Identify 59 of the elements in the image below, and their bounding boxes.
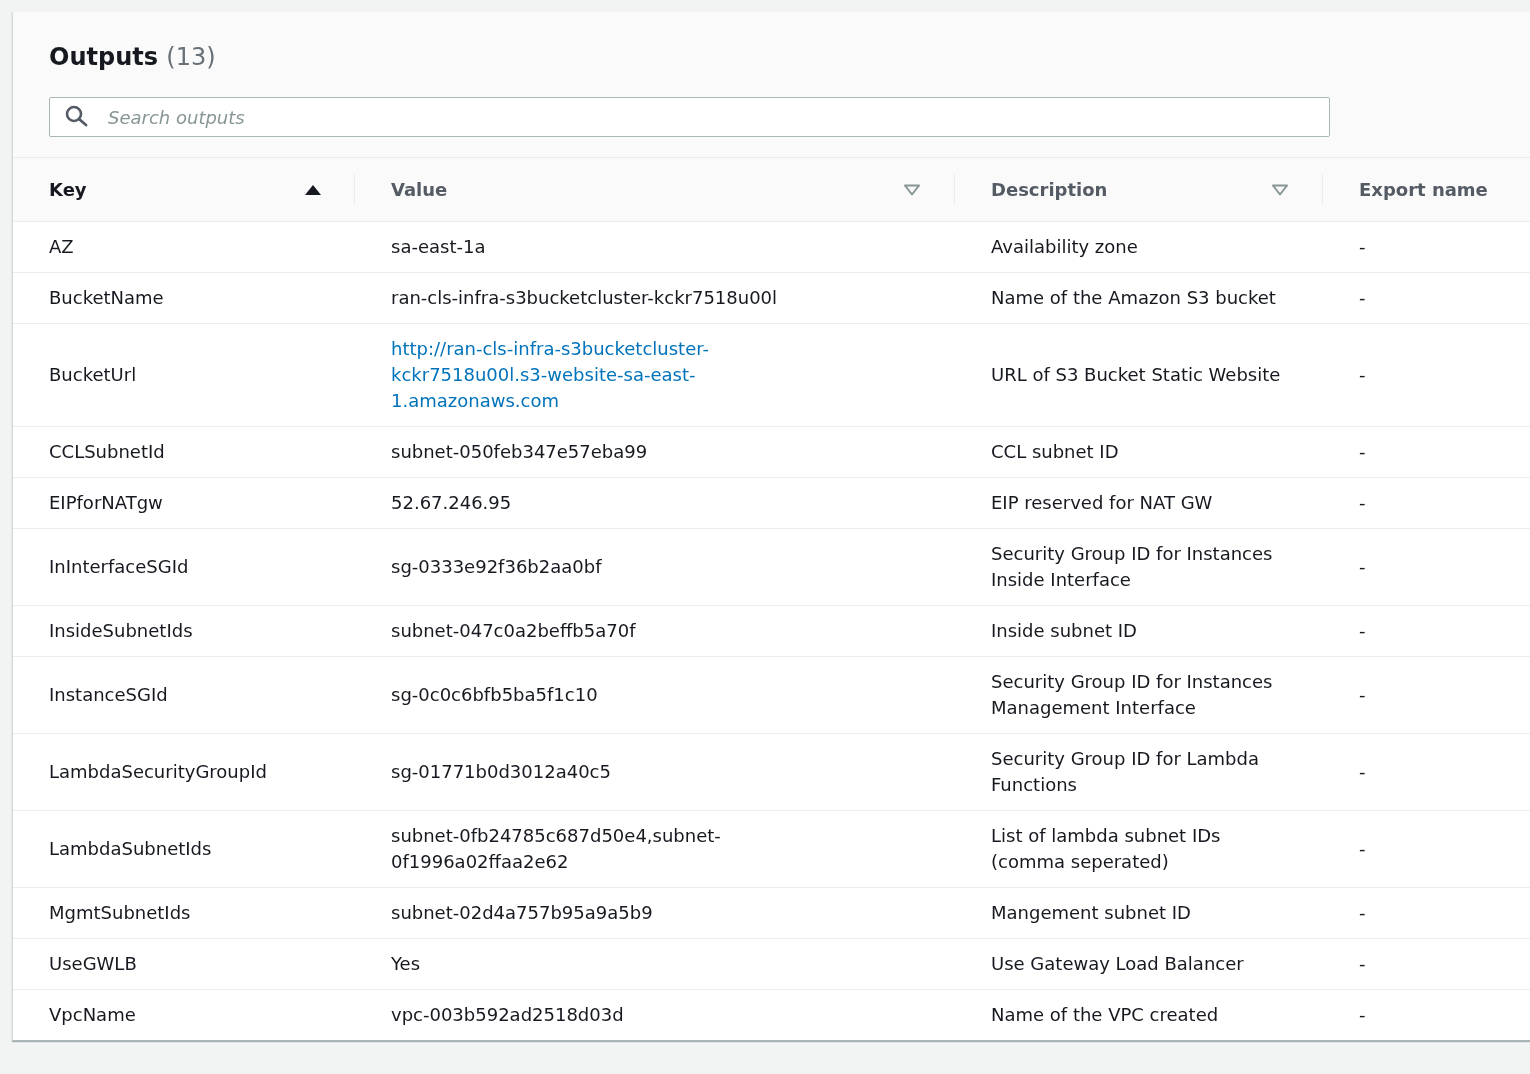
description-cell-text: CCL subnet ID [991,440,1120,464]
column-header[interactable]: Key [13,179,355,200]
key-cell: InInterfaceSGId [49,556,189,577]
description-cell-text: Security Group ID for Lambda Functions [991,747,1260,797]
value-cell-text: subnet-02d4a757b95a9a5b9 [391,901,654,925]
export-name-cell: - [1359,556,1366,577]
value-cell-text: subnet-047c0a2beffb5a70f [391,619,637,643]
description-cell-text: Security Group ID for Instances Inside Interface [991,542,1274,592]
description-cell-text: Name of the VPC created [991,1003,1220,1027]
export-name-cell: - [1359,761,1366,782]
value-cell-text: subnet-050feb347e57eba99 [391,440,649,464]
description-cell-text: List of lambda subnet IDs (comma seperated) [991,824,1222,874]
panel-title: Outputs [49,43,158,71]
export-name-cell: - [1359,838,1366,859]
export-name-cell: - [1359,236,1366,257]
description-cell-text: Security Group ID for Instances Management Interface [991,670,1274,720]
search-field[interactable]: Search outputs [49,97,1330,137]
value-cell-text: sa-east-1a [391,235,487,259]
key-cell: InsideSubnetIds [49,620,193,641]
value-cell-text: ran-cls-infra-s3bucketcluster-kckr7518u00l [391,286,779,310]
column-header[interactable]: Export name [1323,179,1530,200]
key-cell: CCLSubnetId [49,441,165,462]
value-cell-text: Yes [391,952,422,976]
value-link[interactable]: http://ran-cls-infra-s3bucketcluster-kckr7518u00l.s3-website-sa-east-1.amazonaws.com [391,336,811,414]
description-cell-text: Inside subnet ID [991,619,1138,643]
description-cell-text: Availability zone [991,235,1139,259]
key-cell: AZ [49,236,74,257]
description-cell-text: Name of the Amazon S3 bucket [991,286,1277,310]
export-name-cell: - [1359,684,1366,705]
key-cell: LambdaSubnetIds [49,838,212,859]
export-name-cell: - [1359,364,1366,385]
export-name-cell: - [1359,902,1366,923]
key-cell: BucketUrl [49,364,137,385]
description-cell-text: EIP reserved for NAT GW [991,491,1214,515]
export-name-cell: - [1359,953,1366,974]
export-name-cell: - [1359,620,1366,641]
value-cell-text: 52.67.246.95 [391,491,513,515]
description-cell-text: Use Gateway Load Balancer [991,952,1245,976]
key-cell: UseGWLB [49,953,137,974]
key-cell: BucketName [49,287,164,308]
value-cell-text: sg-01771b0d3012a40c5 [391,760,612,784]
key-cell: InstanceSGId [49,684,168,705]
export-name-cell: - [1359,1004,1366,1025]
column-header[interactable]: Value [355,179,955,200]
export-name-cell: - [1359,492,1366,513]
export-name-cell: - [1359,441,1366,462]
value-cell-text: sg-0c0c6bfb5ba5f1c10 [391,683,599,707]
description-cell-text: Mangement subnet ID [991,901,1192,925]
value-cell-text: vpc-003b592ad2518d03d [391,1003,625,1027]
description-cell-text: URL of S3 Bucket Static Website [991,363,1281,387]
key-cell: MgmtSubnetIds [49,902,191,923]
key-cell: EIPforNATgw [49,492,163,513]
key-cell: LambdaSecurityGroupId [49,761,267,782]
key-cell: VpcName [49,1004,136,1025]
value-cell-text: sg-0333e92f36b2aa0bf [391,555,603,579]
output-count: (13) [166,43,216,71]
value-cell-text: subnet-0fb24785c687d50e4,subnet-0f1996a02ffaa2e62 [391,824,722,874]
export-name-cell: - [1359,287,1366,308]
column-header[interactable]: Description [955,179,1323,200]
